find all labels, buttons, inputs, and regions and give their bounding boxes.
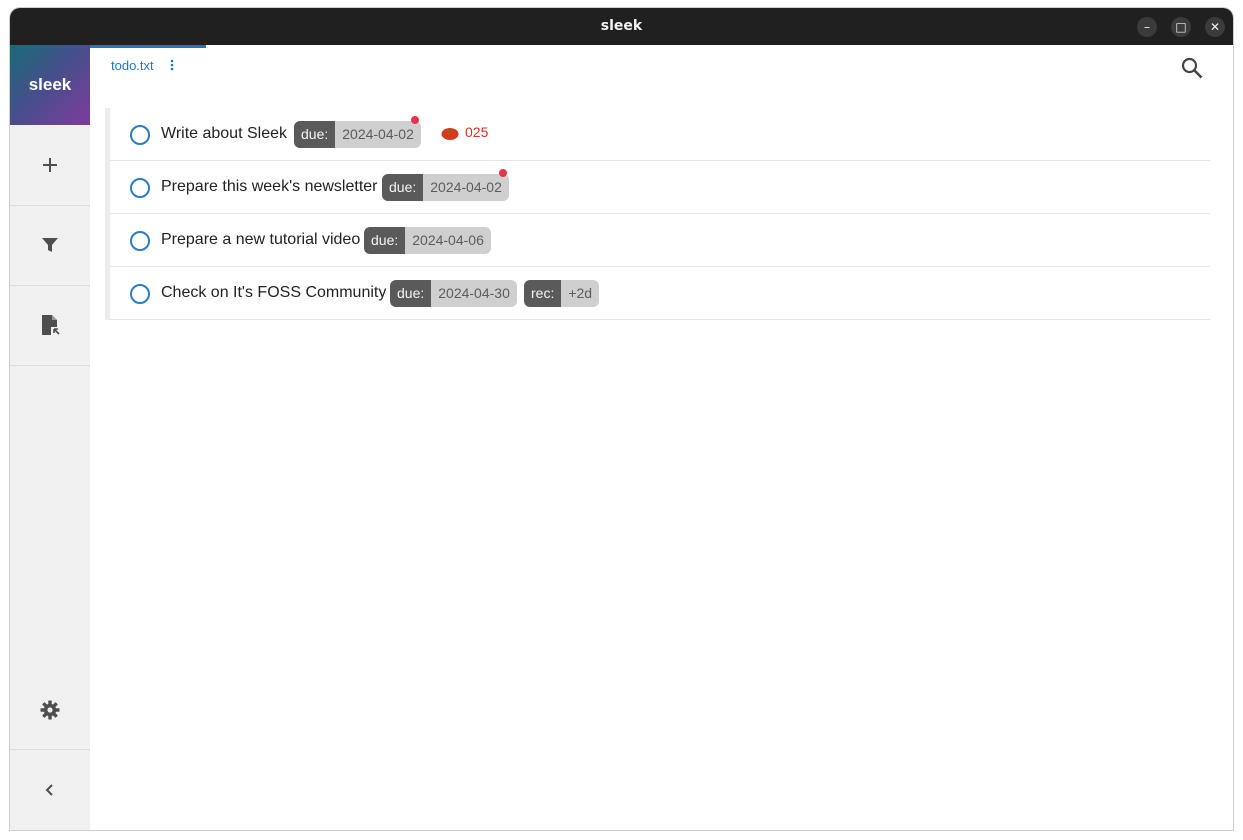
overdue-indicator xyxy=(498,169,507,177)
due-label: due: xyxy=(364,227,406,254)
close-button[interactable]: ✕ xyxy=(1205,17,1225,37)
sidebar: sleek xyxy=(10,45,90,830)
tab-menu-button[interactable] xyxy=(170,59,174,74)
collapse-sidebar-button[interactable] xyxy=(10,749,90,830)
complete-checkbox[interactable] xyxy=(130,178,150,198)
more-vertical-icon xyxy=(170,59,174,71)
todo-list: Write about Sleek due: 2024-04-02 025 Pr… xyxy=(105,108,1210,320)
due-date-chip[interactable]: due: 2024-04-30 xyxy=(390,280,517,307)
file-import-icon xyxy=(42,315,60,335)
due-label: due: xyxy=(390,280,432,307)
todo-row[interactable]: Prepare a new tutorial video due: 2024-0… xyxy=(110,214,1210,267)
due-value: 2024-04-06 xyxy=(405,227,491,254)
due-value: 2024-04-30 xyxy=(431,280,517,307)
logo-text: sleek xyxy=(28,75,72,94)
search-button[interactable] xyxy=(1180,56,1204,85)
app-logo: sleek xyxy=(10,45,90,125)
complete-checkbox[interactable] xyxy=(130,284,150,304)
title-bar: sleek – □ ✕ xyxy=(10,8,1233,45)
minimize-button[interactable]: – xyxy=(1137,17,1157,37)
chevron-left-icon xyxy=(45,784,53,796)
gear-icon xyxy=(40,700,60,720)
due-date-chip[interactable]: due: 2024-04-06 xyxy=(364,227,491,254)
due-date-chip[interactable]: due: 2024-04-02 xyxy=(294,116,421,148)
todo-row[interactable]: Prepare this week's newsletter due: 2024… xyxy=(110,161,1210,214)
due-label: due: xyxy=(382,174,424,201)
complete-checkbox[interactable] xyxy=(130,125,150,145)
todo-text: Prepare a new tutorial video xyxy=(161,231,361,248)
plus-icon xyxy=(43,158,57,172)
maximize-button[interactable]: □ xyxy=(1171,17,1191,37)
complete-checkbox[interactable] xyxy=(130,231,150,251)
rec-label: rec: xyxy=(524,280,562,307)
recurrence-chip[interactable]: rec: +2d xyxy=(524,280,600,307)
filter-icon xyxy=(42,238,58,252)
tab-todo-txt[interactable]: todo.txt xyxy=(111,58,154,73)
due-date-chip[interactable]: due: 2024-04-02 xyxy=(382,169,509,201)
add-todo-button[interactable] xyxy=(10,125,90,206)
due-value: 2024-04-02 xyxy=(423,174,509,201)
window-title: sleek xyxy=(600,18,643,34)
app-window: sleek – □ ✕ sleek todo.txt Write about S… xyxy=(10,8,1233,830)
active-tab-indicator xyxy=(90,45,206,48)
todo-row[interactable]: Write about Sleek due: 2024-04-02 025 xyxy=(110,108,1210,161)
pomodoro-count: 025 xyxy=(465,124,489,140)
todo-text: Check on It's FOSS Community xyxy=(161,284,387,301)
filter-button[interactable] xyxy=(10,205,90,286)
due-value: 2024-04-02 xyxy=(335,121,421,148)
tomato-icon xyxy=(441,127,459,140)
file-import-button[interactable] xyxy=(10,285,90,366)
todo-row[interactable]: Check on It's FOSS Community due: 2024-0… xyxy=(110,267,1210,320)
pomodoro: 025 xyxy=(441,124,488,140)
todo-text: Write about Sleek xyxy=(161,125,287,142)
rec-value: +2d xyxy=(561,280,600,307)
todo-text: Prepare this week's newsletter xyxy=(161,178,378,195)
overdue-indicator xyxy=(410,116,419,124)
settings-button[interactable] xyxy=(10,670,90,750)
search-icon xyxy=(1181,57,1203,79)
main-panel: todo.txt Write about Sleek due: 2024-04-… xyxy=(90,45,1233,830)
due-label: due: xyxy=(294,121,336,148)
